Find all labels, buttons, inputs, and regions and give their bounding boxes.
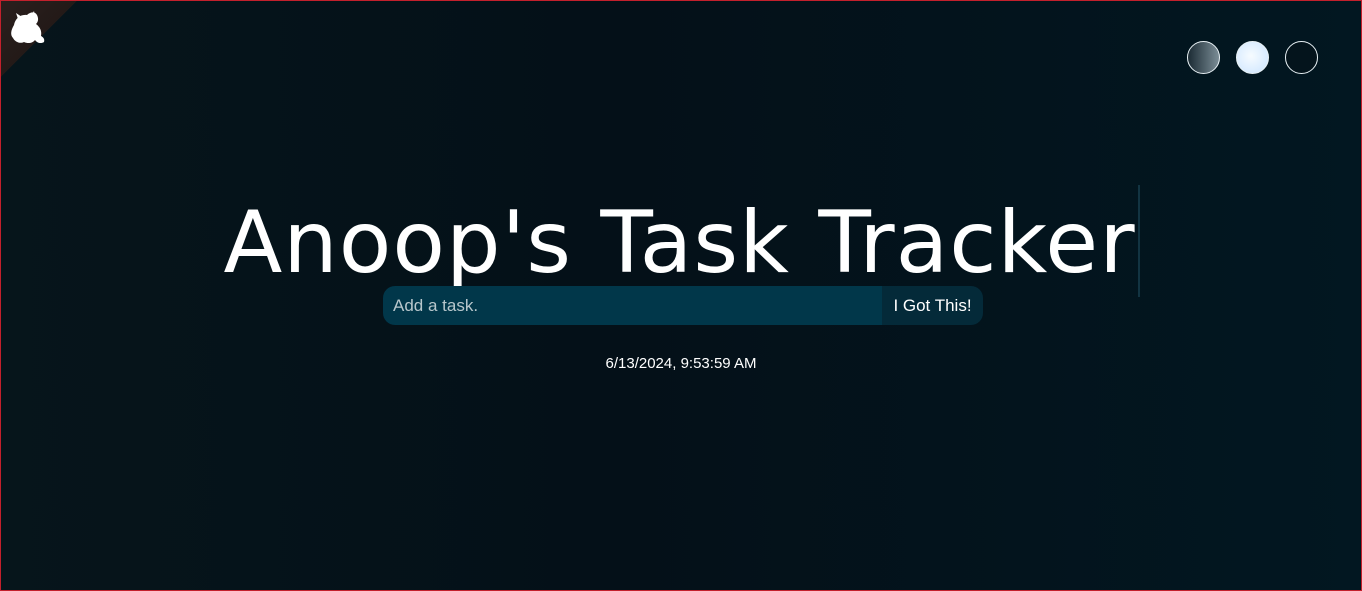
current-datetime: 6/13/2024, 9:53:59 AM (605, 355, 757, 372)
light-theme-button[interactable] (1236, 41, 1269, 74)
darker-theme-button[interactable] (1285, 41, 1318, 74)
task-input[interactable] (383, 286, 882, 325)
corner-banner[interactable] (0, 0, 78, 78)
typing-cursor (1137, 184, 1140, 297)
page-title-text: Anoop's Task Tracker (223, 192, 1136, 293)
standard-theme-button[interactable] (1187, 41, 1220, 74)
page-title: Anoop's Task Tracker (223, 184, 1140, 297)
task-form: I Got This! (383, 286, 983, 325)
cat-icon (11, 11, 45, 44)
theme-selector (1187, 41, 1318, 74)
add-task-button[interactable]: I Got This! (882, 286, 983, 325)
